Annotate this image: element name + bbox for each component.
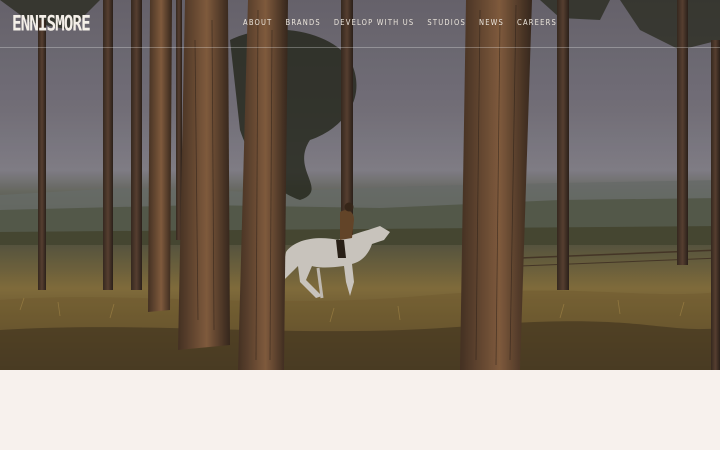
nav-divider (0, 47, 720, 48)
ennismore-logo[interactable]: ENNISMORE (12, 10, 91, 36)
content-area (0, 370, 720, 450)
nav-item-about[interactable]: ABOUT (243, 18, 272, 27)
hero-illustration (0, 0, 720, 370)
nav-item-brands[interactable]: BRANDS (285, 18, 320, 27)
main-nav: ABOUT BRANDS DEVELOP WITH US STUDIOS NEW… (243, 18, 557, 27)
nav-item-careers[interactable]: CAREERS (517, 18, 557, 27)
nav-item-develop-with-us[interactable]: DEVELOP WITH US (334, 18, 415, 27)
top-navigation-bar: ENNISMORE ABOUT BRANDS DEVELOP WITH US S… (0, 0, 720, 48)
nav-item-studios[interactable]: STUDIOS (427, 18, 466, 27)
nav-item-news[interactable]: NEWS (479, 18, 504, 27)
hero-image: ENNISMORE ABOUT BRANDS DEVELOP WITH US S… (0, 0, 720, 370)
